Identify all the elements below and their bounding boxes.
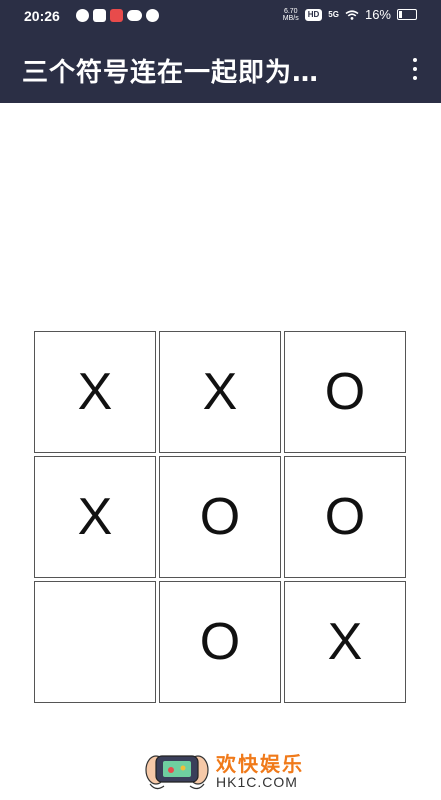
app-bar: 三个符号连在一起即为… xyxy=(0,34,441,103)
watermark-site: HK1C.COM xyxy=(216,774,298,790)
notification-icons xyxy=(76,9,159,22)
signal-5g-icon: 5G xyxy=(328,10,339,19)
board-cell-1[interactable]: X xyxy=(34,331,156,453)
message-icon xyxy=(110,9,123,22)
weather-icon xyxy=(127,10,142,21)
app-badge-icon xyxy=(146,9,159,22)
menu-dot xyxy=(413,58,417,62)
board-cell-5[interactable]: O xyxy=(159,456,281,578)
app-notification-icon xyxy=(93,9,106,22)
board-cell-3[interactable]: O xyxy=(284,331,406,453)
tic-tac-toe-board: X X O X O O O X xyxy=(34,331,406,703)
network-speed-unit: MB/s xyxy=(282,14,299,22)
board-cell-6[interactable]: O xyxy=(284,456,406,578)
battery-icon xyxy=(397,9,417,20)
gamepad-hands-icon xyxy=(145,755,209,790)
board-cell-8[interactable]: O xyxy=(159,581,281,703)
battery-level xyxy=(399,11,402,18)
page-title: 三个符号连在一起即为… xyxy=(22,58,320,88)
status-bar: 20:26 6.70 MB/s HD 5G 16% xyxy=(0,0,441,34)
board-cell-7[interactable] xyxy=(34,581,156,703)
status-time: 20:26 xyxy=(24,8,60,24)
wifi-icon xyxy=(345,9,359,20)
watermark-brand-name: 欢快娱乐 xyxy=(216,752,304,776)
menu-dot xyxy=(413,76,417,80)
watermark-logo: 欢快娱乐 HK1C.COM xyxy=(142,740,322,796)
menu-dot xyxy=(413,67,417,71)
board-cell-4[interactable]: X xyxy=(34,456,156,578)
network-speed: 6.70 MB/s xyxy=(283,8,299,22)
hd-badge: HD xyxy=(304,8,323,21)
account-icon xyxy=(76,9,89,22)
more-options-icon[interactable] xyxy=(403,56,427,82)
status-indicators: 6.70 MB/s HD 5G 16% xyxy=(283,7,417,22)
board-cell-2[interactable]: X xyxy=(159,331,281,453)
battery-percent: 16% xyxy=(364,7,391,22)
network-speed-value: 6.70 xyxy=(283,7,298,15)
board-cell-9[interactable]: X xyxy=(284,581,406,703)
